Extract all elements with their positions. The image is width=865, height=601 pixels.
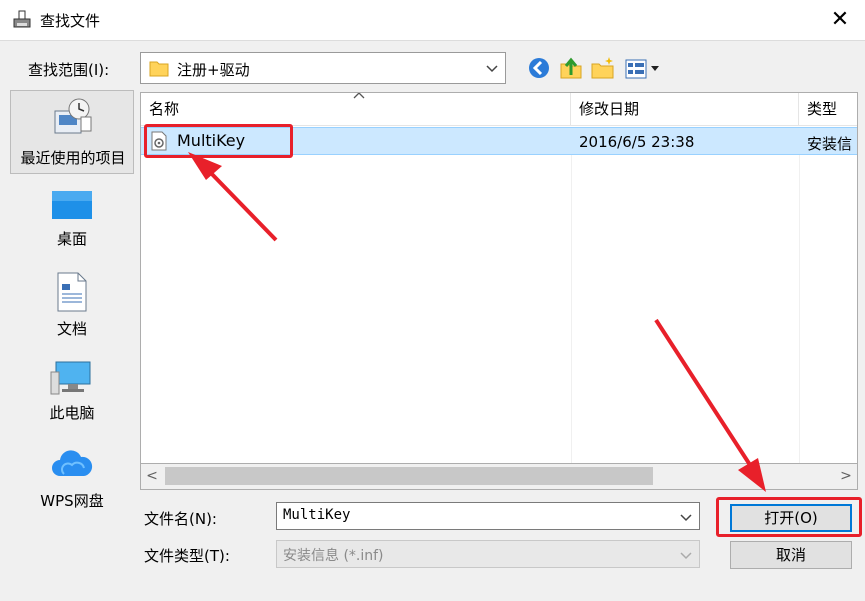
filename-label: 文件名(N): <box>144 510 217 528</box>
folder-icon <box>149 61 169 77</box>
lookin-label: 查找范围(I): <box>28 61 110 79</box>
sort-ascending-icon <box>353 93 365 99</box>
place-label: 最近使用的项目 <box>20 149 126 167</box>
column-header-date[interactable]: 修改日期 <box>571 93 799 125</box>
close-button[interactable]: ✕ <box>822 4 858 36</box>
view-menu-icon[interactable] <box>624 57 664 81</box>
printer-file-icon <box>13 10 31 28</box>
file-type-cell: 安装信 <box>807 135 853 153</box>
divider <box>799 155 800 463</box>
scroll-right-button[interactable]: > <box>835 464 857 488</box>
chevron-down-icon[interactable] <box>679 548 693 562</box>
chevron-down-icon[interactable] <box>679 510 693 524</box>
divider <box>0 40 865 41</box>
wps-cloud-icon <box>52 450 93 476</box>
filetype-label: 文件类型(T): <box>144 547 230 565</box>
filetype-value: 安装信息 (*.inf) <box>283 548 384 564</box>
documents-icon <box>57 272 87 312</box>
place-label: WPS网盘 <box>40 492 104 510</box>
places-bar: 最近使用的项目 桌面 文档 此电脑 WPS网盘 <box>10 90 134 530</box>
place-label: 此电脑 <box>49 404 95 422</box>
desktop-icon <box>52 191 92 219</box>
lookin-combobox[interactable]: 注册+驱动 <box>140 52 506 84</box>
place-desktop[interactable]: 桌面 <box>10 186 134 256</box>
lookin-value: 注册+驱动 <box>177 61 250 79</box>
new-folder-icon[interactable] <box>590 55 616 81</box>
recent-items-icon <box>54 98 92 134</box>
place-this-pc[interactable]: 此电脑 <box>10 356 134 428</box>
column-header-name[interactable]: 名称 <box>141 93 571 125</box>
chevron-down-icon[interactable] <box>485 61 499 75</box>
back-icon[interactable] <box>526 55 552 81</box>
this-pc-icon <box>50 361 91 395</box>
scroll-left-button[interactable]: < <box>141 464 163 488</box>
filename-field[interactable]: MultiKey <box>276 502 700 530</box>
window-title: 查找文件 <box>40 12 101 30</box>
scroll-thumb[interactable] <box>165 467 653 485</box>
place-label: 桌面 <box>56 230 87 248</box>
place-wps-cloud[interactable]: WPS网盘 <box>10 442 134 514</box>
up-folder-icon[interactable] <box>558 55 584 81</box>
filetype-select[interactable]: 安装信息 (*.inf) <box>276 540 700 568</box>
title-bar: 查找文件 ✕ <box>0 0 865 40</box>
divider <box>571 155 572 463</box>
annotation-highlight-open <box>716 497 862 537</box>
column-header-type[interactable]: 类型 <box>799 93 857 125</box>
place-documents[interactable]: 文档 <box>10 268 134 344</box>
filename-value: MultiKey <box>283 507 351 523</box>
horizontal-scrollbar[interactable]: < > <box>140 464 858 490</box>
cancel-button[interactable]: 取消 <box>730 541 852 569</box>
place-label: 文档 <box>56 320 87 338</box>
file-date-cell: 2016/6/5 23:38 <box>579 133 695 151</box>
annotation-highlight-file <box>144 124 293 158</box>
place-recent[interactable]: 最近使用的项目 <box>10 90 134 174</box>
